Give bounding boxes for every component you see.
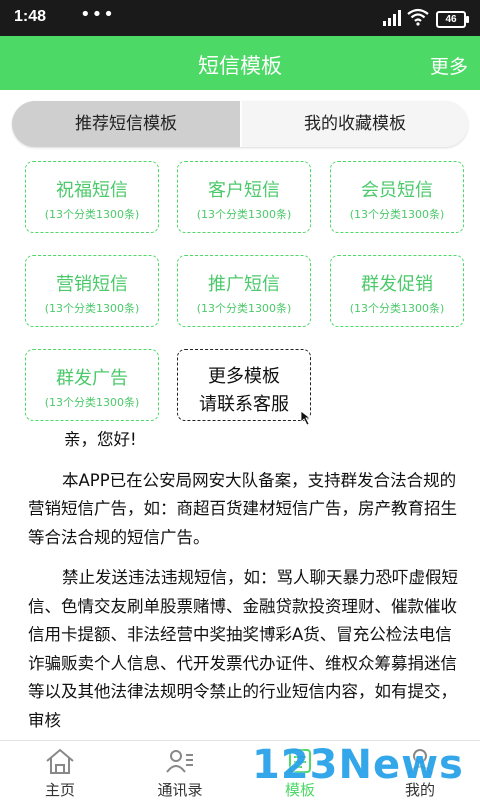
category-count: (13个分类1300条) bbox=[349, 208, 445, 221]
notice-paragraph-allowed: 本APP已在公安局网安大队备案，支持群发合法合规的营销短信广告，如：商超百货建材… bbox=[28, 470, 457, 547]
cursor-icon bbox=[300, 410, 312, 426]
category-name: 会员短信 bbox=[361, 180, 433, 201]
category-name: 营销短信 bbox=[56, 274, 128, 295]
contacts-icon bbox=[166, 750, 193, 773]
page-title: 短信模板 bbox=[198, 54, 282, 78]
category-card-blessing[interactable]: 祝福短信 (13个分类1300条) bbox=[25, 161, 159, 233]
notice-text: 亲，您好! 本APP已在公安局网安大队备案，支持群发合法合规的营销短信广告，如：… bbox=[28, 426, 464, 735]
category-name: 祝福短信 bbox=[56, 180, 128, 201]
category-count: (13个分类1300条) bbox=[196, 302, 292, 315]
category-count: (13个分类1300条) bbox=[44, 208, 140, 221]
notification-dots: ••• bbox=[80, 4, 115, 25]
status-time: 1:48 bbox=[14, 8, 47, 25]
nav-home-label: 主页 bbox=[44, 781, 75, 799]
more-templates-line1: 更多模板 bbox=[208, 366, 280, 387]
nav-contacts[interactable]: 通讯录 bbox=[120, 741, 240, 801]
home-icon bbox=[46, 748, 74, 774]
category-card-promotion[interactable]: 推广短信 (13个分类1300条) bbox=[177, 255, 311, 327]
category-count: (13个分类1300条) bbox=[44, 396, 140, 409]
watermark-logo: 123News bbox=[252, 742, 464, 788]
tab-favorites[interactable]: 我的收藏模板 bbox=[242, 101, 468, 147]
tab-recommended[interactable]: 推荐短信模板 bbox=[12, 101, 240, 147]
nav-home[interactable]: 主页 bbox=[0, 741, 120, 801]
category-card-customer[interactable]: 客户短信 (13个分类1300条) bbox=[177, 161, 311, 233]
category-count: (13个分类1300条) bbox=[44, 302, 140, 315]
category-name: 推广短信 bbox=[208, 274, 280, 295]
category-count: (13个分类1300条) bbox=[349, 302, 445, 315]
category-name: 客户短信 bbox=[208, 180, 280, 201]
category-name: 群发广告 bbox=[56, 368, 128, 389]
nav-contacts-label: 通讯录 bbox=[157, 781, 203, 799]
more-button[interactable]: 更多 bbox=[430, 52, 468, 79]
category-card-member[interactable]: 会员短信 (13个分类1300条) bbox=[330, 161, 464, 233]
category-card-bulk-ad[interactable]: 群发广告 (13个分类1300条) bbox=[25, 349, 159, 421]
more-templates-card[interactable]: 更多模板 请联系客服 bbox=[177, 349, 312, 426]
more-templates-line2: 请联系客服 bbox=[199, 394, 289, 415]
notice-greeting: 亲，您好! bbox=[64, 430, 137, 449]
signal-icon bbox=[383, 10, 401, 26]
category-card-bulk-sale[interactable]: 群发促销 (13个分类1300条) bbox=[330, 255, 464, 327]
category-card-marketing[interactable]: 营销短信 (13个分类1300条) bbox=[25, 255, 159, 327]
category-count: (13个分类1300条) bbox=[196, 208, 292, 221]
status-bar: 1:48 ••• 46 bbox=[0, 0, 480, 36]
battery-icon: 46 bbox=[436, 11, 469, 28]
title-bar: 短信模板 更多 bbox=[0, 36, 480, 90]
notice-paragraph-prohibited: 禁止发送违法违规短信，如：骂人聊天暴力恐吓虚假短信、色情交友刷单股票赌博、金融贷… bbox=[28, 568, 458, 730]
template-tabs: 推荐短信模板 我的收藏模板 bbox=[12, 101, 468, 147]
wifi-icon bbox=[407, 8, 429, 26]
category-name: 群发促销 bbox=[361, 274, 433, 295]
